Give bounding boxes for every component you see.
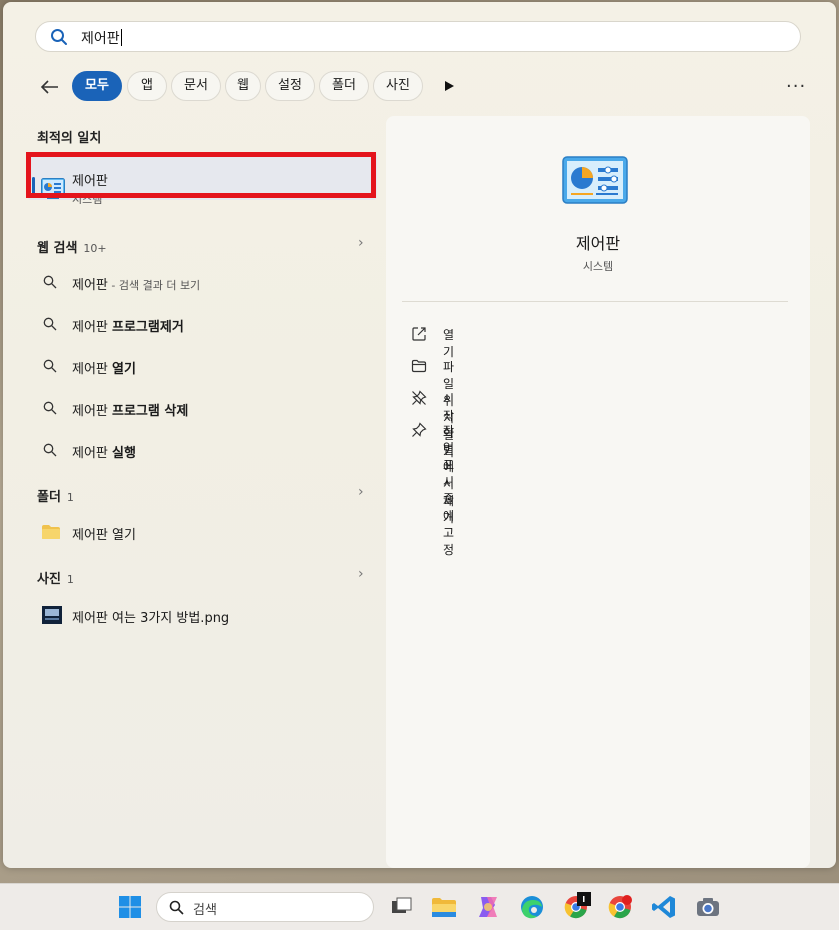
- vscode-icon[interactable]: [649, 892, 679, 922]
- back-arrow-icon[interactable]: [38, 75, 62, 99]
- search-icon: [51, 29, 67, 45]
- best-match-title: 최적의 일치: [37, 131, 102, 146]
- taskbar: 검색: [0, 883, 839, 930]
- folder-icon: [411, 359, 427, 373]
- pin-icon: [412, 422, 427, 437]
- file-explorer-icon[interactable]: [429, 892, 459, 922]
- folder-result-item[interactable]: 제어판 열기: [27, 516, 377, 550]
- detail-title: 제어판: [575, 234, 621, 253]
- folders-chevron-icon[interactable]: ›: [358, 484, 364, 500]
- open-external-icon: [412, 327, 426, 341]
- search-icon: [43, 443, 57, 457]
- web-result-item[interactable]: 제어판 프로그램제거: [27, 308, 377, 342]
- search-input[interactable]: 제어판: [81, 28, 122, 48]
- detail-pane: 제어판 시스템 열기 파일 위치 열기 시작 화면에서 제거 작업 표시줄에 고…: [386, 116, 810, 868]
- detail-subtitle: 시스템: [582, 260, 614, 273]
- search-icon: [43, 401, 57, 415]
- search-icon: [43, 359, 57, 373]
- camera-icon[interactable]: [693, 892, 723, 922]
- taskbar-search-box[interactable]: 검색: [156, 892, 374, 922]
- web-result-item[interactable]: 제어판 열기: [27, 350, 377, 384]
- chrome-profile-icon[interactable]: [605, 892, 635, 922]
- photos-chevron-icon[interactable]: ›: [358, 566, 364, 582]
- windows-start-icon[interactable]: [115, 892, 145, 922]
- scroll-right-icon[interactable]: [443, 80, 455, 92]
- photos-title: 사진 1: [37, 572, 74, 587]
- photo-result-item[interactable]: 제어판 여는 3가지 방법.png: [27, 599, 377, 633]
- search-icon: [43, 317, 57, 331]
- control-panel-icon: [562, 156, 628, 204]
- web-result-item[interactable]: 제어판 프로그램 삭제: [27, 392, 377, 426]
- web-search-title: 웹 검색 10+: [37, 241, 107, 256]
- folder-icon: [42, 525, 60, 539]
- more-options-icon[interactable]: ···: [786, 76, 806, 97]
- search-box[interactable]: 제어판: [35, 21, 801, 52]
- filter-chip-all[interactable]: 모두: [72, 71, 122, 101]
- filter-chip-photos[interactable]: 사진: [373, 71, 423, 101]
- filter-chip-folders[interactable]: 폴더: [319, 71, 369, 101]
- edge-browser-icon[interactable]: [517, 892, 547, 922]
- red-highlight-box: [26, 152, 376, 198]
- image-thumbnail-icon: [42, 606, 62, 624]
- web-search-chevron-icon[interactable]: ›: [358, 235, 364, 251]
- filter-chip-apps[interactable]: 앱: [127, 71, 167, 101]
- filter-chip-web[interactable]: 웹: [225, 71, 261, 101]
- divider: [402, 301, 788, 302]
- unpin-icon: [412, 390, 427, 405]
- filter-chip-documents[interactable]: 문서: [171, 71, 221, 101]
- copilot-icon[interactable]: [473, 892, 503, 922]
- filter-chip-settings[interactable]: 설정: [265, 71, 315, 101]
- web-result-item[interactable]: 제어판 - 검색 결과 더 보기: [27, 266, 377, 300]
- task-view-icon[interactable]: [386, 892, 416, 922]
- chrome-browser-icon[interactable]: [561, 892, 591, 922]
- web-result-item[interactable]: 제어판 실행: [27, 434, 377, 468]
- start-search-panel: 제어판 모두 앱 문서 웹 설정 폴더 사진 ··· 최적의 일치 제어판 시스…: [3, 2, 836, 868]
- search-icon: [43, 275, 57, 289]
- search-icon: [169, 900, 184, 915]
- folders-title: 폴더 1: [37, 490, 74, 505]
